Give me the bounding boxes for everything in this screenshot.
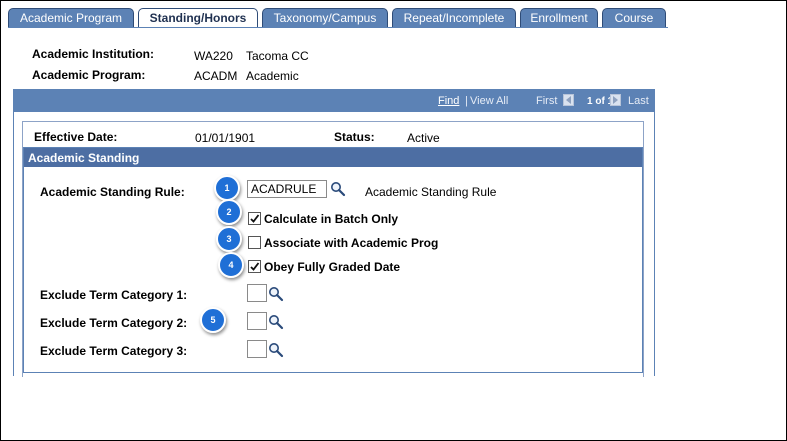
last-link[interactable]: Last: [628, 95, 649, 107]
institution-code: WA220: [194, 49, 233, 63]
scroll-nav-bar: Find | View All First 1 of 1 Last: [14, 90, 654, 112]
associate-program-checkbox[interactable]: [248, 236, 261, 249]
standing-rule-lookup-icon[interactable]: [330, 181, 346, 197]
program-label: Academic Program:: [32, 68, 146, 82]
calculate-batch-label: Calculate in Batch Only: [264, 212, 399, 226]
tab-underline: [8, 27, 668, 28]
exclude-term-3-input[interactable]: [247, 340, 267, 358]
tab-repeat-incomplete[interactable]: Repeat/Incomplete: [392, 8, 516, 28]
effective-dated-scroll-area: Find | View All First 1 of 1 Last Effect…: [13, 89, 655, 377]
find-link[interactable]: Find: [438, 95, 459, 107]
academic-standing-group: Academic Standing Academic Standing Rule…: [23, 147, 643, 373]
callout-1: 1: [214, 175, 240, 201]
institution-name: Tacoma CC: [246, 49, 309, 63]
previous-arrow-icon[interactable]: [563, 94, 574, 106]
effective-date-label: Effective Date:: [34, 130, 118, 144]
nav-separator: |: [465, 95, 468, 107]
callout-2: 2: [216, 199, 242, 225]
tab-enrollment[interactable]: Enrollment: [520, 8, 598, 28]
exclude-term-2-lookup-icon[interactable]: [268, 314, 284, 330]
institution-label: Academic Institution:: [32, 47, 155, 61]
tab-course[interactable]: Course: [602, 8, 666, 28]
callout-5: 5: [200, 307, 226, 333]
callout-4: 4: [218, 252, 244, 278]
associate-program-label: Associate with Academic Prog: [264, 236, 439, 250]
exclude-term-2-input[interactable]: [247, 312, 267, 330]
obey-graded-date-label: Obey Fully Graded Date: [264, 260, 401, 274]
calculate-batch-checkbox[interactable]: [248, 212, 261, 225]
academic-standing-header: Academic Standing: [24, 148, 642, 167]
exclude-term-3-lookup-icon[interactable]: [268, 342, 284, 358]
standing-rule-description: Academic Standing Rule: [365, 185, 497, 199]
obey-graded-date-checkbox[interactable]: [248, 260, 261, 273]
status-label: Status:: [334, 130, 375, 144]
tab-academic-program[interactable]: Academic Program: [8, 8, 134, 28]
status-value: Active: [407, 131, 440, 145]
next-arrow-icon[interactable]: [610, 94, 621, 106]
callout-3: 3: [216, 226, 242, 252]
exclude-term-3-label: Exclude Term Category 3:: [40, 344, 188, 358]
tab-standing-honors[interactable]: Standing/Honors: [138, 8, 258, 28]
tab-taxonomy-campus[interactable]: Taxonomy/Campus: [262, 8, 388, 28]
exclude-term-2-label: Exclude Term Category 2:: [40, 316, 188, 330]
view-all-link[interactable]: View All: [470, 95, 508, 107]
program-code: ACADM: [194, 69, 238, 83]
exclude-term-1-lookup-icon[interactable]: [268, 286, 284, 302]
first-link[interactable]: First: [536, 95, 557, 107]
effective-date-value: 01/01/1901: [195, 131, 256, 145]
program-name: Academic: [246, 69, 299, 83]
standing-rule-input[interactable]: ACADRULE: [247, 180, 327, 198]
exclude-term-1-input[interactable]: [247, 284, 267, 302]
standing-rule-label: Academic Standing Rule:: [40, 185, 185, 199]
exclude-term-1-label: Exclude Term Category 1:: [40, 288, 188, 302]
